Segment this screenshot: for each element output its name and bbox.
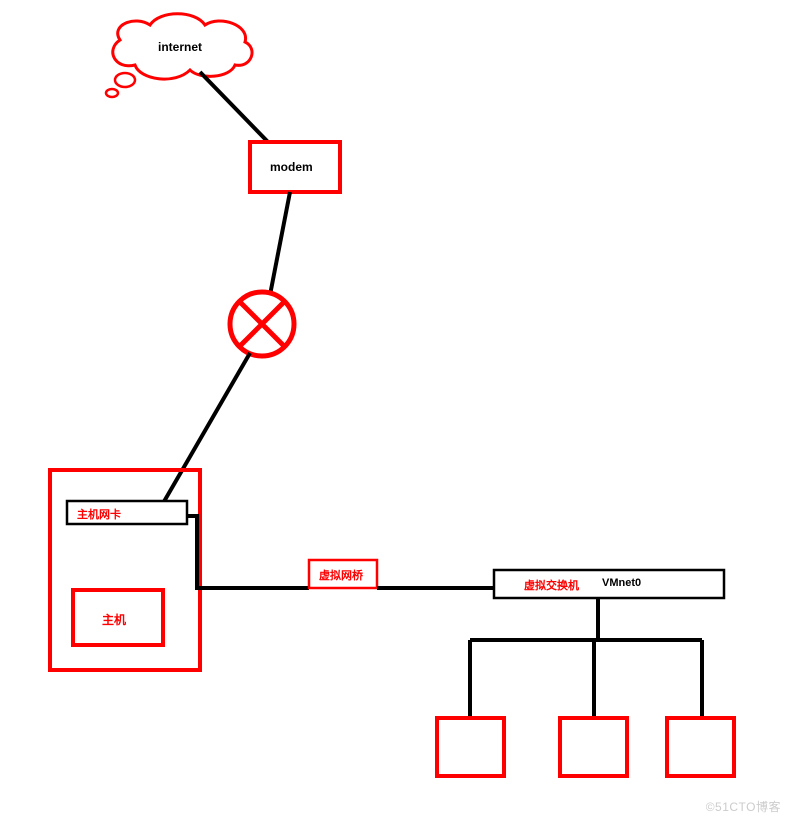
host-nic-label: 主机网卡 bbox=[77, 506, 121, 522]
vm-box-3 bbox=[667, 718, 734, 776]
internet-label: internet bbox=[158, 40, 202, 54]
link-nic-bridge bbox=[187, 516, 309, 588]
link-cloud-modem bbox=[200, 72, 268, 142]
host-label: 主机 bbox=[102, 611, 126, 628]
virtual-switch-label: 虚拟交换机 bbox=[524, 577, 579, 593]
vm-box-2 bbox=[560, 718, 627, 776]
link-router-nic bbox=[162, 353, 250, 505]
internet-cloud bbox=[106, 14, 252, 97]
modem-label: modem bbox=[270, 160, 313, 174]
link-modem-router bbox=[270, 192, 290, 295]
virtual-bridge-label: 虚拟网桥 bbox=[319, 567, 363, 583]
vmnet-label: VMnet0 bbox=[602, 577, 641, 589]
router-symbol bbox=[230, 292, 294, 356]
vm-box-1 bbox=[437, 718, 504, 776]
network-diagram bbox=[0, 0, 787, 819]
watermark: ©51CTO博客 bbox=[706, 798, 781, 815]
